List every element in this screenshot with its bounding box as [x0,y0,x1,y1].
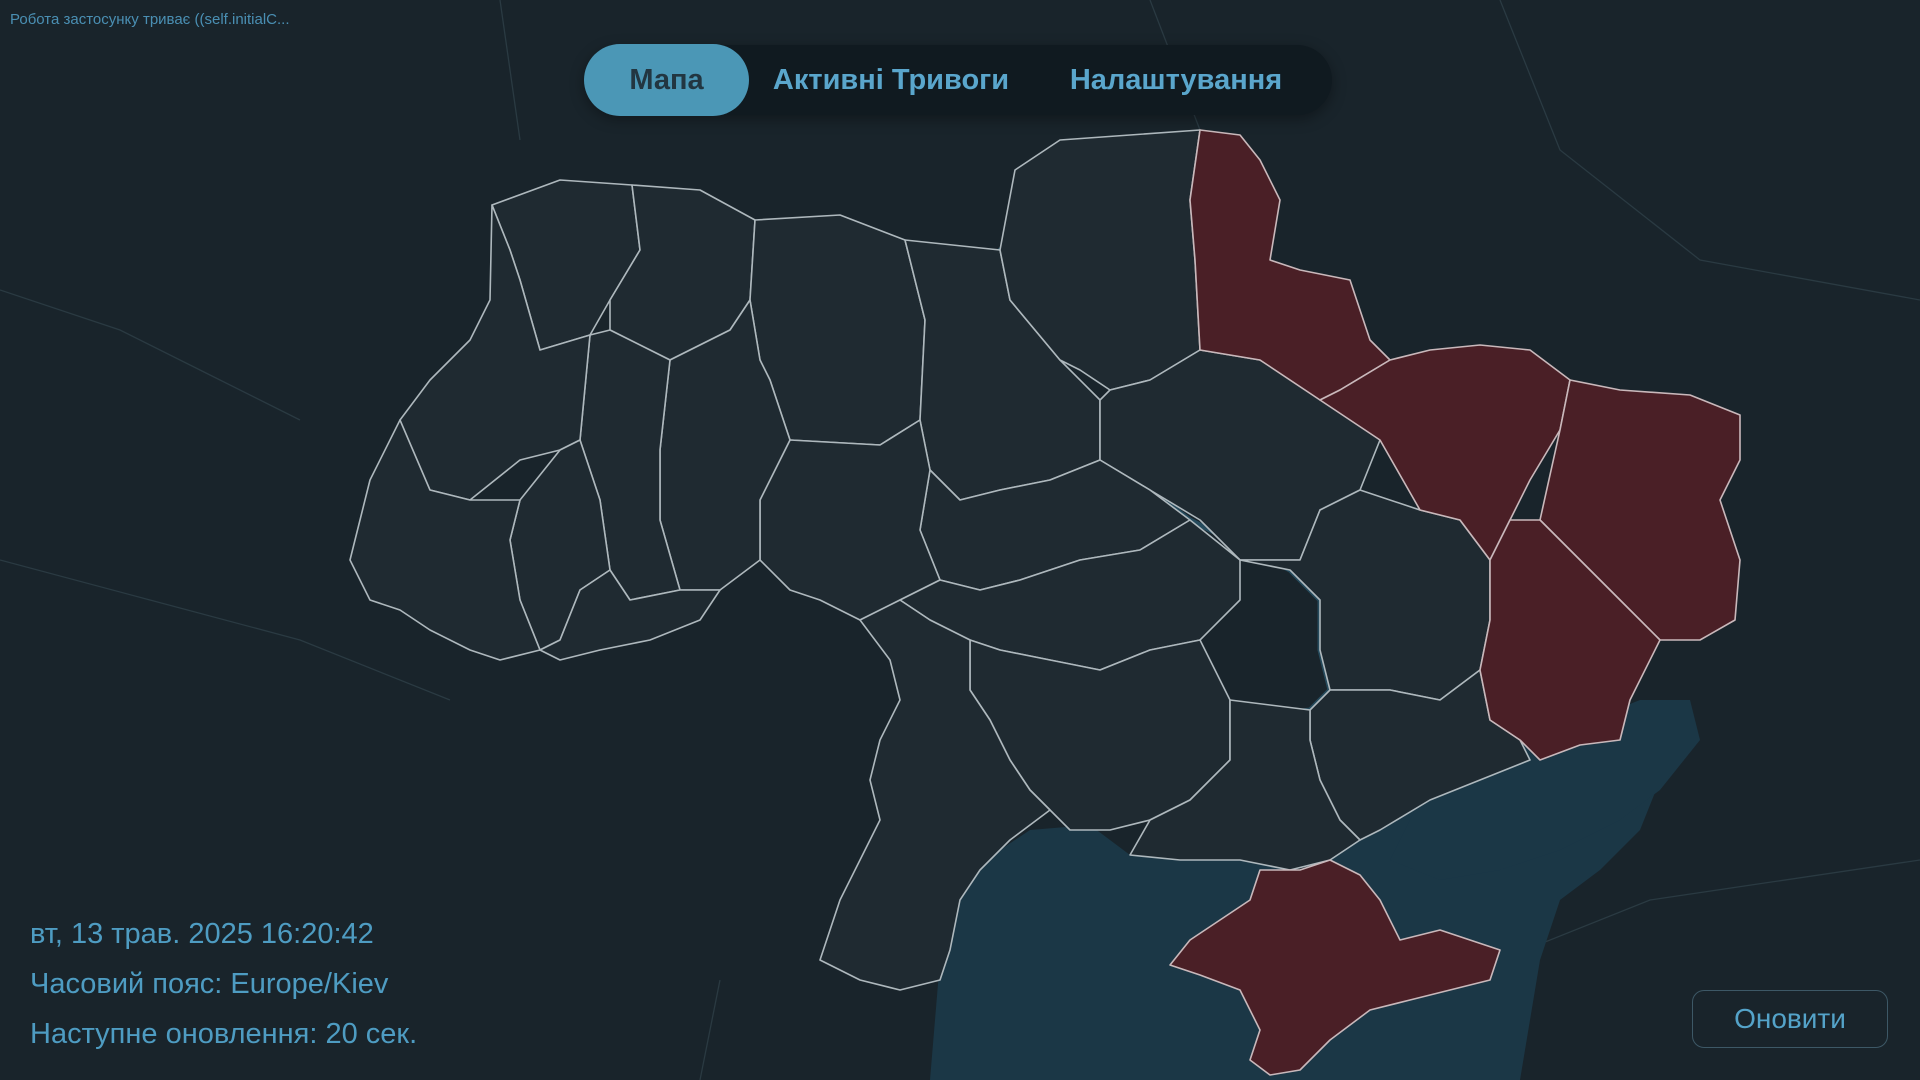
tab-bar: Мапа Активні Тривоги Налаштування [584,44,1332,116]
tab-settings[interactable]: Налаштування [1036,45,1316,115]
region-vinnytsia [759,419,941,621]
app-status-text: Робота застосунку триває ((self.initialC… [10,11,290,28]
next-update-label: Наступне оновлення: 20 сек. [30,1018,418,1050]
datetime-label: вт, 13 трав. 2025 16:20:42 [30,918,374,950]
tab-active-alerts[interactable]: Активні Тривоги [756,45,1026,115]
tab-map[interactable]: Мапа [584,44,749,116]
timezone-label: Часовий пояс: Europe/Kiev [30,968,389,1000]
refresh-button[interactable]: Оновити [1692,990,1888,1048]
